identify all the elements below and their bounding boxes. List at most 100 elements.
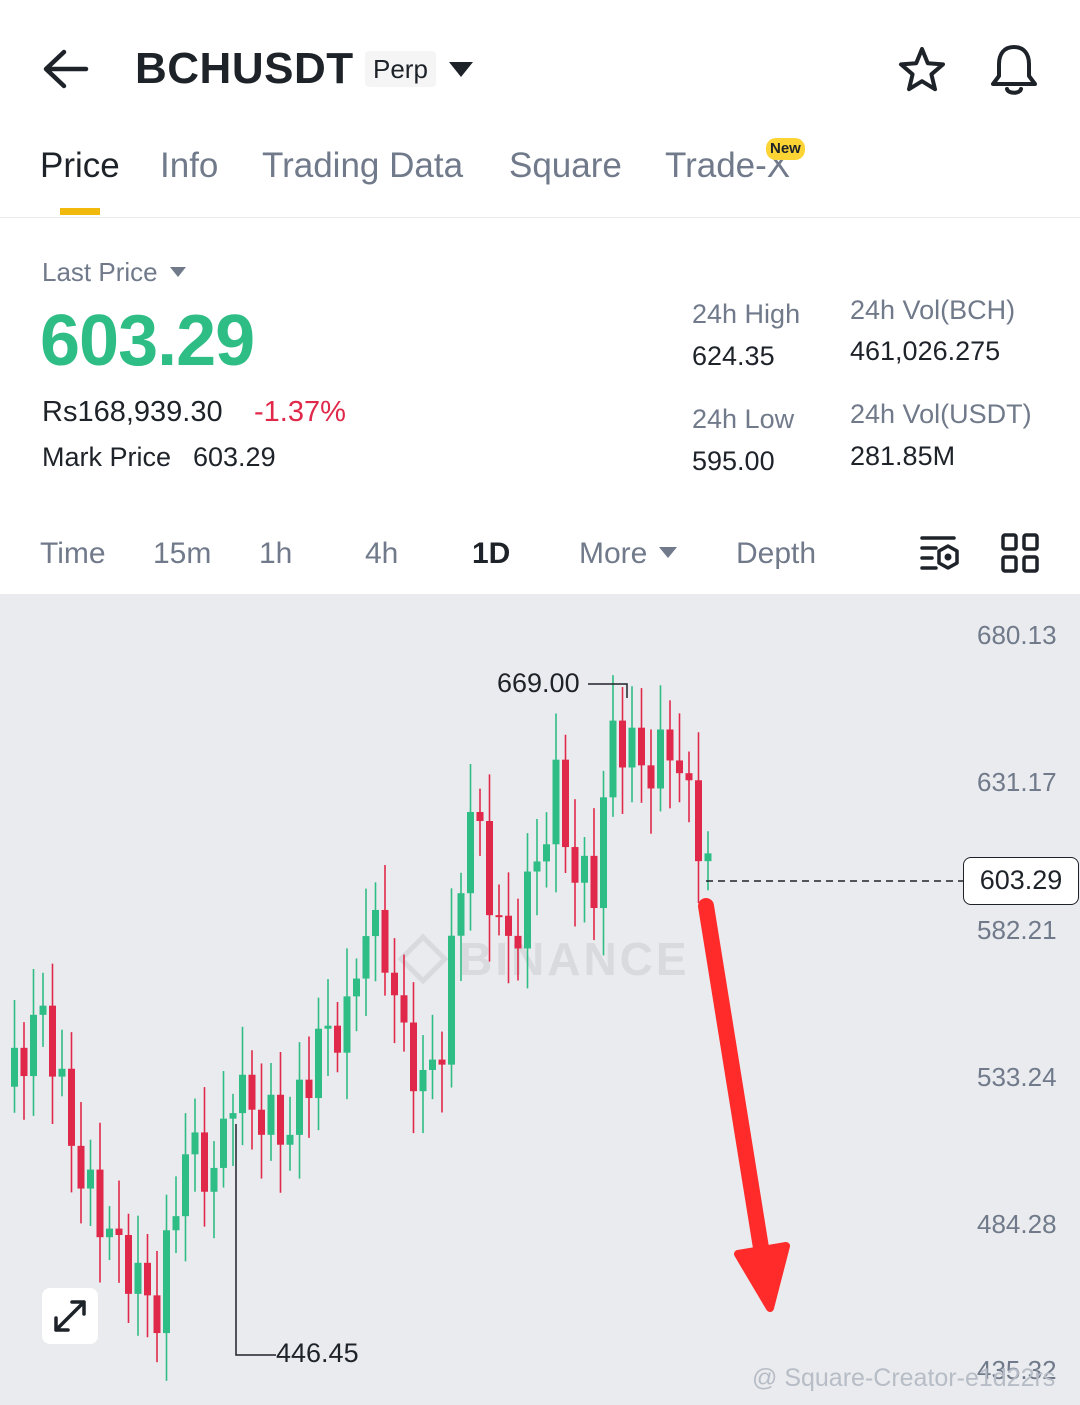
header: BCHUSDT Perp [0,0,1080,130]
caret-down-icon[interactable] [446,58,476,80]
candle-body [49,1005,56,1077]
candle-body [77,1145,85,1189]
candle-body [115,1228,123,1235]
candle-body [543,844,550,862]
high-label: 24h High [692,299,801,329]
candle-body [457,893,465,936]
vol-base-value: 461,026.275 [850,336,1001,366]
star-icon[interactable] [896,44,948,96]
vol-quote-value: 281.85M [850,441,956,471]
source-credit: @ Square-Creator-e1d22rs [752,1364,1056,1392]
tab-info[interactable]: Info [160,146,218,186]
interval-1d[interactable]: 1D [472,537,510,571]
candle-body [125,1234,132,1294]
candle-body [381,909,389,973]
candle-body [353,978,360,997]
candle-body [20,1047,28,1077]
candle-body [30,1014,37,1077]
candle-body [191,1132,199,1155]
tab-bar: Price Info Trading Data Square Trade-X [0,130,1080,218]
candle-body [305,1079,313,1099]
candle-body [220,1118,227,1168]
y-axis-label: 680.13 [977,620,1057,650]
contract-badge: Perp [365,51,436,87]
symbol-title[interactable]: BCHUSDT [135,44,354,94]
grid-icon[interactable] [1000,532,1040,574]
candle-body [229,1113,237,1119]
candle-body [334,1025,341,1053]
low-annotation: 446.45 [276,1338,359,1368]
caret-down-icon [659,547,678,558]
candle-body [267,1094,275,1135]
candle-body [704,853,712,862]
candle-body [39,1005,47,1015]
candlestick-chart[interactable] [0,594,1080,1405]
tab-depth[interactable]: Depth [736,537,816,571]
candle-body [571,847,579,883]
interval-time[interactable]: Time [40,537,106,571]
candle-body [514,935,522,949]
candle-body [391,972,398,996]
y-axis-label: 631.17 [977,767,1057,797]
chart-settings-icon[interactable] [918,532,960,574]
candle-body [258,1109,265,1135]
high-value: 624.35 [692,341,775,371]
candle-body [647,765,655,789]
last-price-selector[interactable]: Last Price [42,257,186,288]
candle-body [467,811,474,894]
candle-body [400,995,408,1023]
y-axis-label: 484.28 [977,1209,1057,1239]
vol-quote-label: 24h Vol(USDT) [850,399,1032,429]
last-price: 603.29 [40,301,255,381]
low-label: 24h Low [692,404,795,434]
tab-trading-data[interactable]: Trading Data [262,146,463,186]
candle-body [296,1079,303,1135]
expand-icon [54,1300,86,1332]
candle-body [96,1169,104,1238]
interval-4h[interactable]: 4h [365,537,398,571]
candle-body [410,1022,417,1092]
interval-more-label: More [579,537,648,570]
candle-body [201,1132,208,1192]
candle-body [628,727,636,768]
candle-body [144,1262,151,1296]
candle-body [619,720,626,768]
arrow-left-icon[interactable] [40,46,90,92]
y-axis-label: 582.21 [977,915,1057,945]
red-arrow-head [734,1242,790,1312]
y-axis-label: 533.24 [977,1062,1057,1092]
price-chart[interactable]: BINANCE 680.13 631.17 582.21 533.24 484.… [0,594,1080,1405]
candle-body [685,773,693,781]
candle-body [324,1025,332,1029]
candle-body [172,1216,180,1231]
candle-body [524,871,531,949]
candle-body [153,1295,161,1334]
candle-body [87,1169,94,1189]
candle-body [68,1068,75,1146]
interval-15m[interactable]: 15m [153,537,211,571]
candle-body [163,1230,170,1334]
candle-body [429,1059,436,1070]
mark-price-label: Mark Price [42,442,172,472]
candle-body [315,1028,322,1099]
interval-1h[interactable]: 1h [259,537,292,571]
high-annotation: 669.00 [497,668,580,698]
candle-body [419,1069,427,1092]
candle-body [552,759,560,845]
current-price-tag: 603.29 [963,857,1079,905]
candle-body [248,1074,256,1110]
tab-price[interactable]: Price [40,146,120,186]
bell-icon[interactable] [988,42,1040,98]
candle-body [495,915,503,918]
tab-square[interactable]: Square [509,146,622,186]
candle-body [58,1068,66,1077]
candle-body [11,1047,18,1087]
candle-body [609,720,617,798]
candle-body [448,935,455,1065]
candle-body [362,936,370,979]
mark-price-value: 603.29 [193,442,276,472]
candle-body [581,855,588,883]
candle-body [134,1262,142,1294]
expand-button[interactable] [42,1288,98,1344]
interval-more[interactable]: More [579,537,678,571]
